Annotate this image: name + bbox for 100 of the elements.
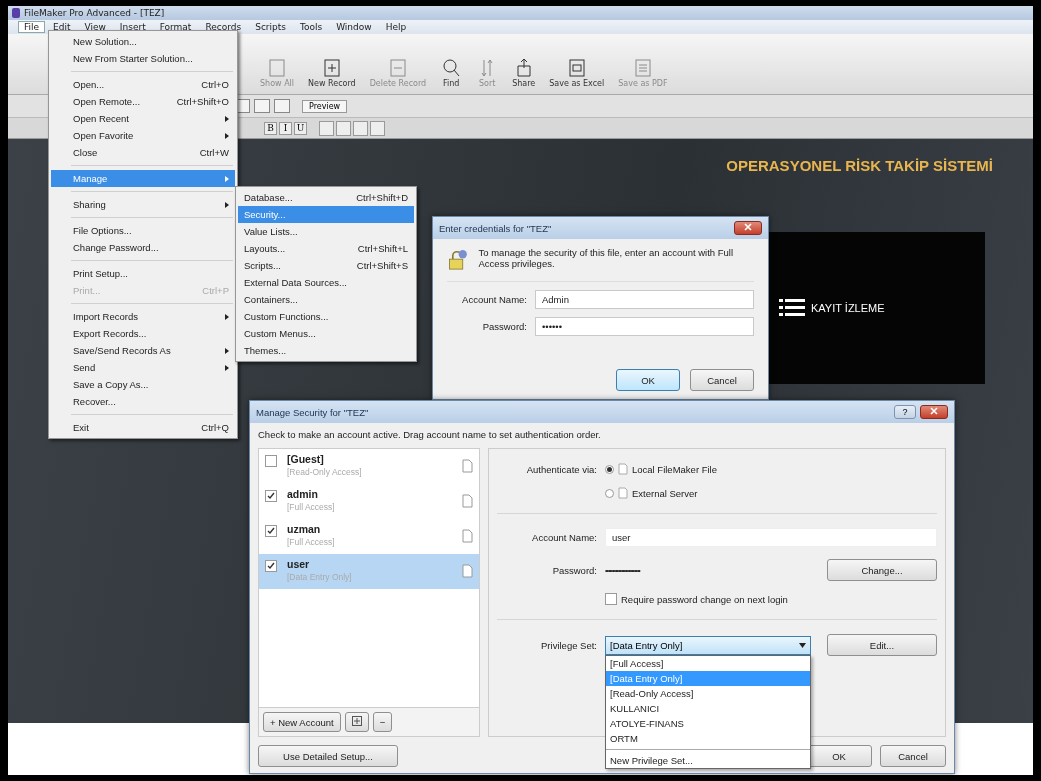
account-privilege: [Full Access]	[287, 537, 336, 547]
menu-bar-item[interactable]: Tools	[294, 21, 329, 33]
toolbar-button[interactable]: Find	[438, 57, 465, 88]
document-icon	[462, 459, 473, 473]
menu-item[interactable]: Export Records...	[51, 325, 235, 342]
menu-bar-item[interactable]: Insert	[113, 21, 152, 33]
menu-item[interactable]: New From Starter Solution...	[51, 50, 235, 67]
radio-option[interactable]: External Server	[605, 487, 698, 499]
dropdown-arrow-icon	[799, 642, 806, 648]
field-label: Account Name:	[461, 294, 527, 305]
menu-bar-item[interactable]: Help	[379, 21, 413, 33]
new-account-button[interactable]: + New Account	[263, 712, 341, 732]
menu-item[interactable]: Custom Functions...	[238, 308, 414, 325]
menu-item[interactable]: External Data Sources...	[238, 274, 414, 291]
toolbar-button[interactable]: Save as Excel	[547, 57, 607, 88]
preview-button[interactable]: Preview	[302, 99, 348, 113]
account-name-field[interactable]: Admin	[535, 290, 754, 309]
menu-item[interactable]: Change Password...	[51, 239, 235, 256]
close-icon	[744, 223, 752, 231]
toolbar-button[interactable]: Share	[510, 57, 538, 88]
menu-item[interactable]: Layouts... Ctrl+Shift+L	[238, 240, 414, 257]
list-option[interactable]: [Read-Only Access]	[606, 685, 810, 701]
remove-button[interactable]: −	[372, 712, 393, 732]
duplicate-icon	[351, 716, 362, 726]
menu-item[interactable]: Open Recent	[51, 110, 235, 127]
toolbar-button[interactable]: New Record	[306, 57, 358, 88]
field-label: Privilege Set:	[540, 639, 597, 651]
help-button[interactable]: ?	[894, 405, 916, 419]
account-row[interactable]: [Guest] [Read-Only Access]	[259, 449, 479, 484]
window-title: FileMaker Pro Advanced - [TEZ]	[24, 8, 165, 18]
close-button[interactable]	[920, 405, 948, 419]
document-icon	[462, 529, 473, 543]
dialog-title: Enter credentials for "TEZ"	[439, 222, 553, 234]
change-button[interactable]: Change...	[827, 559, 937, 581]
menu-item[interactable]: Import Records	[51, 308, 235, 325]
list-option[interactable]: [Full Access]	[606, 655, 810, 671]
active-checkbox[interactable]	[265, 490, 277, 502]
menu-bar-item[interactable]: Scripts	[249, 21, 292, 33]
account-name: admin	[287, 488, 319, 500]
account-row[interactable]: uzman [Full Access]	[259, 519, 479, 554]
menu-bar-item[interactable]: Edit	[47, 21, 77, 33]
list-icon	[779, 298, 805, 318]
menu-item[interactable]: Database... Ctrl+Shift+D	[238, 189, 414, 206]
privilege-set-dropdown[interactable]: [Data Entry Only]	[605, 635, 811, 655]
active-checkbox[interactable]	[265, 560, 277, 572]
account-privilege: [Data Entry Only]	[287, 572, 353, 582]
menu-item[interactable]: Save a Copy As...	[51, 376, 235, 393]
app-icon	[12, 8, 20, 18]
menu-item[interactable]: New Solution...	[51, 33, 235, 50]
cancel-button[interactable]: Cancel	[690, 369, 754, 391]
menu-item[interactable]: Value Lists...	[238, 223, 414, 240]
edit-button[interactable]: Edit...	[827, 634, 937, 656]
menu-item[interactable]: Save/Send Records As	[51, 342, 235, 359]
menu-item[interactable]: Containers...	[238, 291, 414, 308]
menu-item[interactable]: Open Favorite	[51, 127, 235, 144]
ok-button[interactable]: OK	[616, 369, 680, 391]
menu-bar-item[interactable]: File	[18, 21, 46, 33]
menu-item[interactable]: File Options...	[51, 222, 235, 239]
page-heading: OPERASYONEL RİSK TAKİP SİSTEMİ	[726, 157, 993, 174]
menu-item[interactable]: Open... Ctrl+O	[51, 76, 235, 93]
menu-item[interactable]: Close Ctrl+W	[51, 144, 235, 161]
page-icon	[266, 57, 288, 79]
account-name: [Guest]	[287, 453, 325, 465]
format-button[interactable]: B	[264, 121, 277, 135]
field-label: Password:	[481, 321, 527, 332]
password-field[interactable]: ••••••	[535, 317, 754, 336]
require-change-checkbox[interactable]: Require password change on next login	[605, 593, 788, 605]
duplicate-button[interactable]	[344, 712, 369, 732]
menu-bar-item[interactable]: View	[78, 21, 112, 33]
menu-item[interactable]: Custom Menus...	[238, 325, 414, 342]
menu-item[interactable]: Recover...	[51, 393, 235, 410]
account-name: user	[287, 558, 311, 570]
cancel-button[interactable]: Cancel	[880, 745, 946, 767]
account-row[interactable]: admin [Full Access]	[259, 484, 479, 519]
menu-bar-item[interactable]: Records	[199, 21, 248, 33]
close-button[interactable]	[734, 221, 762, 235]
menu-item[interactable]: Exit Ctrl+Q	[51, 419, 235, 436]
format-button[interactable]: I	[279, 121, 292, 135]
menu-item[interactable]: Print Setup...	[51, 265, 235, 282]
format-button[interactable]: U	[294, 121, 307, 135]
menu-item[interactable]: Sharing	[51, 196, 235, 213]
close-icon	[930, 407, 938, 415]
menu-item[interactable]: Themes...	[238, 342, 414, 359]
detailed-setup-button[interactable]: Use Detailed Setup...	[258, 745, 398, 767]
menu-item[interactable]: Send	[51, 359, 235, 376]
dialog-message: To manage the security of this file, enter an account with Full Access privileges.	[478, 247, 735, 269]
active-checkbox[interactable]	[265, 525, 277, 537]
list-option[interactable]: ORTM	[606, 730, 810, 746]
menu-bar-item[interactable]: Window	[330, 21, 378, 33]
active-checkbox[interactable]	[265, 455, 277, 467]
list-option[interactable]: ATOLYE-FINANS	[606, 715, 810, 731]
dialog-title: Manage Security for "TEZ"	[256, 406, 370, 418]
account-row[interactable]: user [Data Entry Only]	[259, 554, 479, 589]
document-icon	[618, 463, 628, 475]
menu-item[interactable]: Scripts... Ctrl+Shift+S	[238, 257, 414, 274]
account-name-field[interactable]: user	[605, 528, 937, 547]
account-name: uzman	[287, 523, 322, 535]
radio-option[interactable]: Local FileMaker File	[605, 463, 717, 475]
list-option[interactable]: KULLANICI	[606, 700, 810, 716]
menu-item[interactable]: Open Remote... Ctrl+Shift+O	[51, 93, 235, 110]
